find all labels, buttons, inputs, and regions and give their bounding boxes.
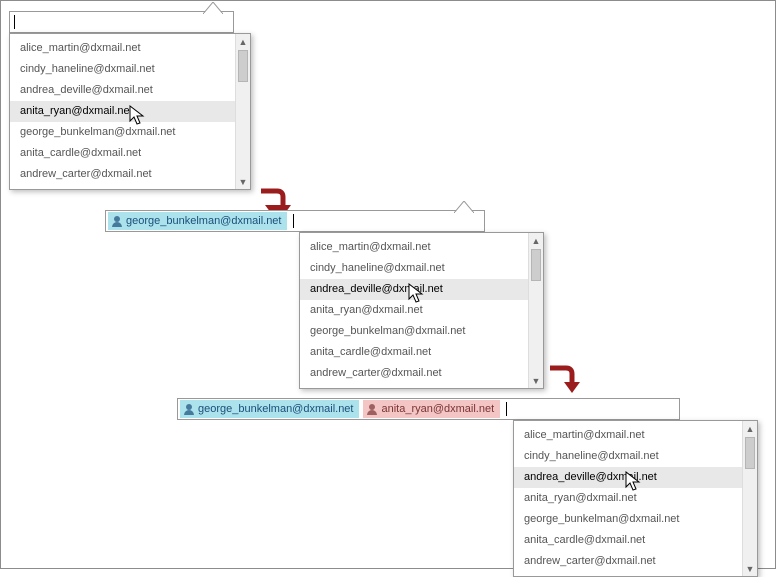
token-input[interactable]: george_bunkelman@dxmail.net anita_ryan@dx…	[177, 398, 680, 420]
text-caret	[293, 214, 294, 228]
suggestion-item[interactable]: george_bunkelman@dxmail.net	[300, 321, 528, 342]
suggestion-item[interactable]: andrea_deville@dxmail.net	[10, 80, 235, 101]
scroll-thumb[interactable]	[531, 249, 541, 281]
scrollbar[interactable]: ▲ ▼	[235, 34, 250, 189]
scroll-up-icon[interactable]: ▲	[743, 421, 757, 436]
suggestion-item[interactable]: cindy_haneline@dxmail.net	[10, 59, 235, 80]
pointer-notch-icon	[203, 2, 223, 14]
recipient-token[interactable]: george_bunkelman@dxmail.net	[108, 212, 287, 230]
suggestion-item[interactable]: anita_ryan@dxmail.net	[514, 488, 742, 509]
flow-arrow-icon	[546, 364, 580, 399]
user-icon	[367, 404, 377, 414]
suggestions-list: alice_martin@dxmail.netcindy_haneline@dx…	[300, 233, 528, 388]
scroll-up-icon[interactable]: ▲	[529, 233, 543, 248]
suggestion-item[interactable]: anita_cardle@dxmail.net	[300, 342, 528, 363]
user-icon	[184, 404, 194, 414]
suggestion-item[interactable]: george_bunkelman@dxmail.net	[514, 509, 742, 530]
token-label: george_bunkelman@dxmail.net	[198, 403, 353, 415]
suggestion-item[interactable]: alice_martin@dxmail.net	[514, 425, 742, 446]
text-caret	[14, 15, 15, 29]
suggestion-item[interactable]: cindy_haneline@dxmail.net	[514, 446, 742, 467]
recipient-token[interactable]: anita_ryan@dxmail.net	[363, 400, 500, 418]
suggestions-dropdown[interactable]: alice_martin@dxmail.netcindy_haneline@dx…	[513, 420, 758, 577]
token-label: george_bunkelman@dxmail.net	[126, 215, 281, 227]
suggestion-item[interactable]: andrea_deville@dxmail.net	[300, 279, 528, 300]
suggestions-dropdown[interactable]: alice_martin@dxmail.netcindy_haneline@dx…	[9, 33, 251, 190]
suggestion-item[interactable]: anita_cardle@dxmail.net	[10, 143, 235, 164]
text-caret	[506, 402, 507, 416]
scroll-down-icon[interactable]: ▼	[236, 174, 250, 189]
suggestion-item[interactable]: anita_cardle@dxmail.net	[514, 530, 742, 551]
suggestion-item[interactable]: andrea_deville@dxmail.net	[514, 467, 742, 488]
suggestions-list: alice_martin@dxmail.netcindy_haneline@dx…	[514, 421, 742, 576]
suggestions-dropdown[interactable]: alice_martin@dxmail.netcindy_haneline@dx…	[299, 232, 544, 389]
suggestion-item[interactable]: george_bunkelman@dxmail.net	[10, 122, 235, 143]
token-input[interactable]: george_bunkelman@dxmail.net	[105, 210, 485, 232]
suggestion-item[interactable]: alice_martin@dxmail.net	[10, 38, 235, 59]
suggestion-item[interactable]: cindy_haneline@dxmail.net	[300, 258, 528, 279]
scrollbar[interactable]: ▲ ▼	[528, 233, 543, 388]
scroll-thumb[interactable]	[238, 50, 248, 82]
suggestion-item[interactable]: anita_ryan@dxmail.net	[10, 101, 235, 122]
suggestion-item[interactable]: alice_martin@dxmail.net	[300, 237, 528, 258]
suggestions-list: alice_martin@dxmail.netcindy_haneline@dx…	[10, 34, 235, 189]
scroll-down-icon[interactable]: ▼	[529, 373, 543, 388]
recipient-token[interactable]: george_bunkelman@dxmail.net	[180, 400, 359, 418]
scrollbar[interactable]: ▲ ▼	[742, 421, 757, 576]
scroll-up-icon[interactable]: ▲	[236, 34, 250, 49]
token-label: anita_ryan@dxmail.net	[381, 403, 494, 415]
suggestion-item[interactable]: anita_ryan@dxmail.net	[300, 300, 528, 321]
suggestion-item[interactable]: andrew_carter@dxmail.net	[10, 164, 235, 185]
suggestion-item[interactable]: andrew_carter@dxmail.net	[300, 363, 528, 384]
scroll-thumb[interactable]	[745, 437, 755, 469]
user-icon	[112, 216, 122, 226]
token-input[interactable]	[9, 11, 234, 33]
pointer-notch-icon	[454, 201, 474, 213]
